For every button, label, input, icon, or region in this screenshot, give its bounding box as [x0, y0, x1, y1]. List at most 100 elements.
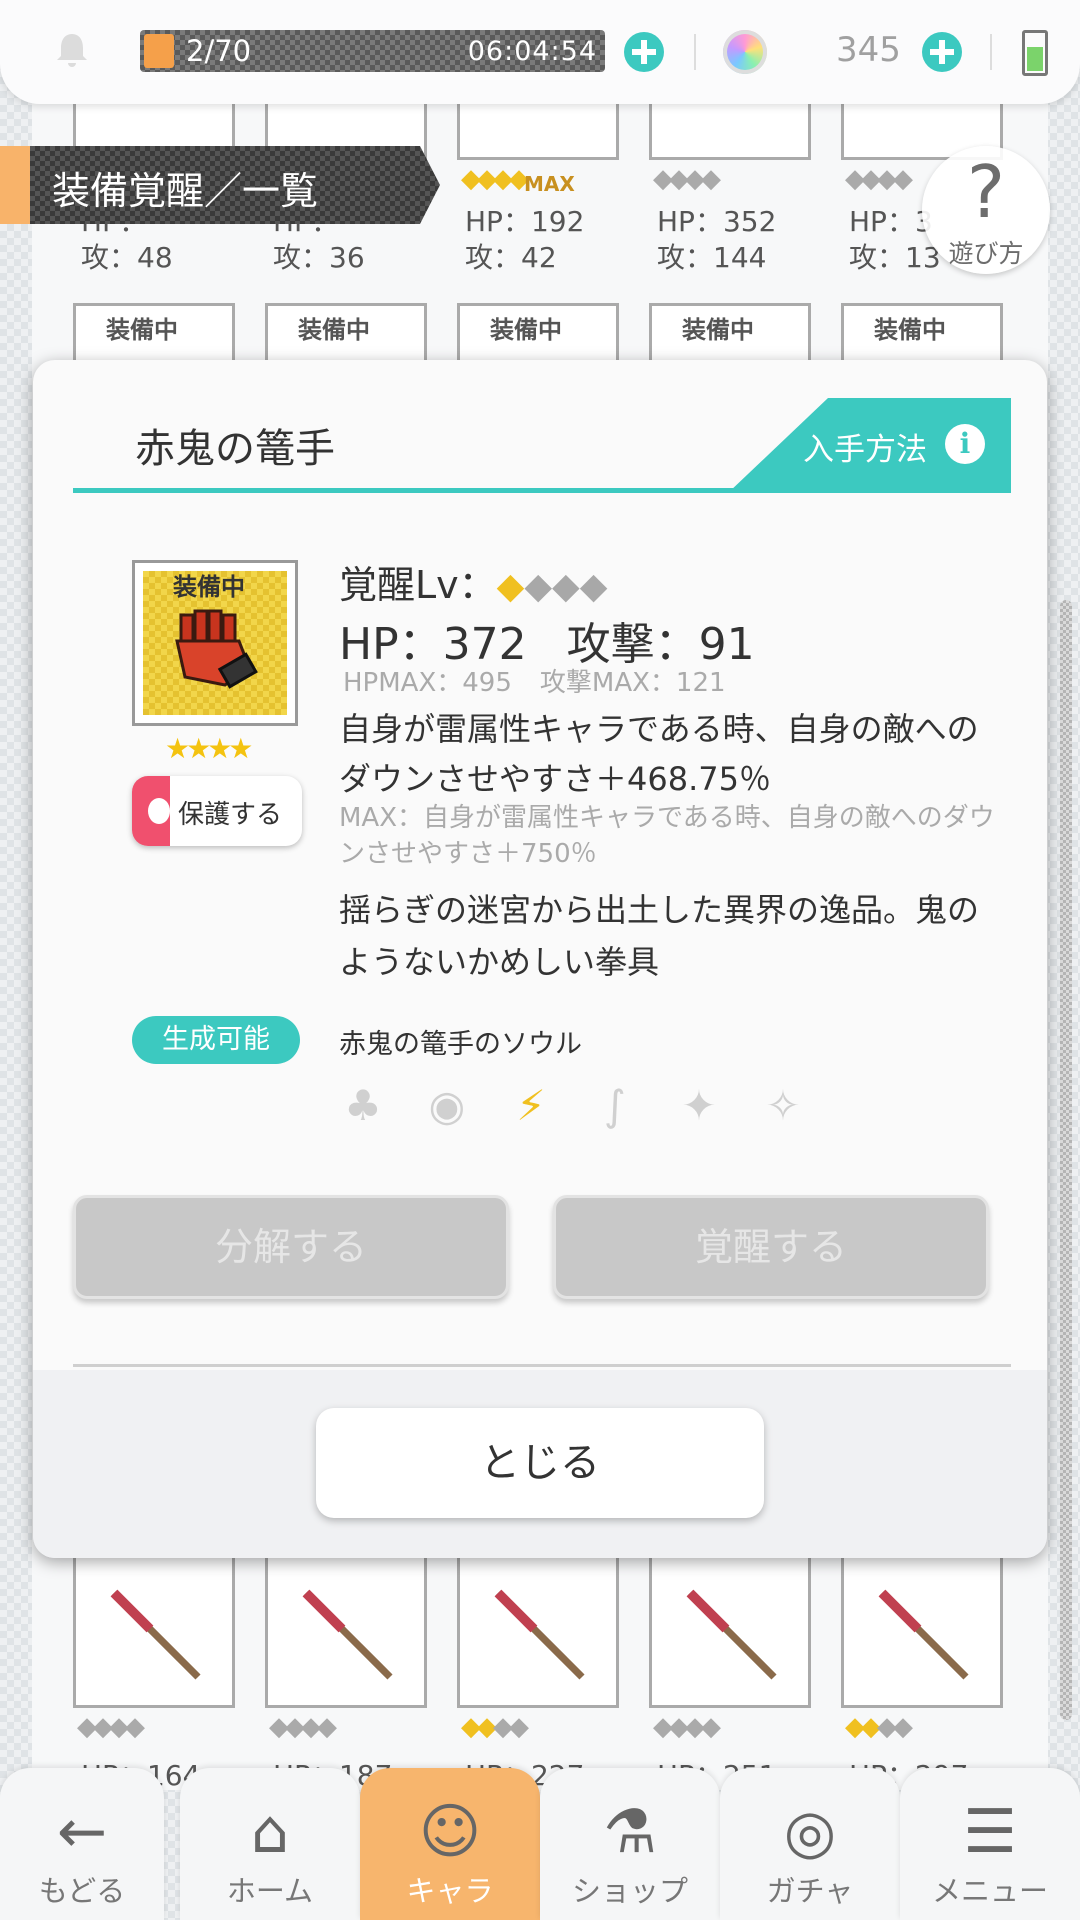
- item-attack: 攻：144: [657, 241, 767, 274]
- item-attack: 攻：48: [81, 241, 173, 274]
- item-card[interactable]: [73, 1552, 235, 1708]
- item-card[interactable]: 装備中: [649, 303, 811, 363]
- gauntlet-icon: [175, 609, 258, 689]
- nav-character[interactable]: ☺ キャラ: [360, 1768, 540, 1920]
- item-card[interactable]: [457, 1552, 619, 1708]
- item-attack: 攻：36: [273, 241, 365, 274]
- back-arrow-icon: ←: [56, 1797, 108, 1867]
- sword-icon: [110, 1589, 201, 1680]
- nav-menu[interactable]: ☰ メニュー: [900, 1768, 1080, 1920]
- scrollbar[interactable]: [1060, 600, 1072, 1720]
- item-card[interactable]: [841, 1552, 1003, 1708]
- nav-shop[interactable]: ⚗ ショップ: [540, 1768, 720, 1920]
- nav-home[interactable]: ⌂ ホーム: [180, 1768, 360, 1920]
- awaken-diamonds: ◆◆◆◆: [653, 164, 721, 194]
- separator: [694, 34, 696, 70]
- awaken-diamond-filled: ◆: [496, 566, 525, 607]
- stamina-count: 2/70: [186, 34, 252, 68]
- home-icon: ⌂: [250, 1797, 290, 1867]
- hp-max: HPMAX：495: [343, 668, 512, 698]
- skill-effect-max: MAX：自身が雷属性キャラである時、自身の敵へのダウンさせやすさ＋750％: [339, 803, 995, 869]
- awaken-diamond-empty: ◆: [579, 566, 608, 607]
- protect-label: 保護する: [178, 800, 283, 830]
- add-stamina-button[interactable]: [624, 32, 664, 72]
- help-button[interactable]: ? 遊び方: [922, 146, 1050, 274]
- item-card[interactable]: 装備中: [73, 303, 235, 363]
- acquire-method-label[interactable]: 入手方法: [803, 424, 927, 469]
- attack-max: 攻撃MAX：121: [539, 668, 726, 698]
- section-header: 装備覚醒／一覧: [0, 146, 440, 224]
- soul-name: 赤鬼の篭手のソウル: [339, 1029, 582, 1060]
- awaken-diamonds: ◆◆◆◆: [461, 164, 529, 194]
- stamina-timer: 06:04:54: [467, 36, 597, 67]
- item-name: 赤鬼の篭手: [135, 426, 335, 472]
- awaken-level-label: 覚醒Lv：: [339, 563, 497, 607]
- section-title: 装備覚醒／一覧: [52, 169, 319, 213]
- nav-label: ホーム: [226, 1874, 314, 1908]
- awaken-diamonds: ◆◆◆◆: [77, 1712, 145, 1742]
- status-bar: 2/70 06:04:54 345: [0, 0, 1080, 104]
- skill-effect: 自身が雷属性キャラである時、自身の敵へのダウンさせやすさ＋468.75％: [339, 710, 979, 798]
- item-card[interactable]: 装備中: [457, 303, 619, 363]
- add-gems-button[interactable]: [922, 32, 962, 72]
- leaf-element-icon: ♣: [344, 1081, 382, 1130]
- disassemble-button[interactable]: 分解する: [73, 1195, 509, 1299]
- equipped-tag: 装備中: [173, 573, 245, 601]
- item-detail-modal: 入手方法 i 赤鬼の篭手 装備中 ★★★★ 保護する 覚醒Lv：◆◆◆◆ HP：…: [33, 360, 1047, 1558]
- max-stats: HPMAX：495 攻撃MAX：121: [343, 662, 754, 699]
- awaken-diamonds: ◆◆◆◆: [269, 1712, 337, 1742]
- awaken-diamonds: ◆◆◆◆: [461, 1712, 529, 1742]
- bow-icon: [686, 1589, 777, 1680]
- question-icon: ?: [966, 150, 1006, 234]
- nav-label: ショップ: [571, 1874, 688, 1908]
- equipped-tag: 装備中: [682, 316, 754, 344]
- protect-toggle-button[interactable]: 保護する: [132, 776, 302, 846]
- bottom-navigation: ← もどる ⌂ ホーム ☺ キャラ ⚗ ショップ ◎ ガチャ ☰ メニュー: [0, 1768, 1080, 1920]
- equipped-tag: 装備中: [490, 316, 562, 344]
- item-card[interactable]: 装備中: [841, 303, 1003, 363]
- rarity-stars: ★★★★: [165, 732, 253, 765]
- item-hp: HP：352: [657, 205, 777, 238]
- item-card[interactable]: [265, 1552, 427, 1708]
- equipped-tag: 装備中: [298, 316, 370, 344]
- wind-element-icon: ∫: [604, 1081, 626, 1130]
- star-element-icon: ✦: [681, 1081, 717, 1130]
- item-description: 揺らぎの迷宮から出土した異界の逸品。鬼のようないかめしい拳具: [339, 891, 980, 981]
- circle-element-icon: ◉: [428, 1081, 466, 1130]
- gem-count: 345: [836, 30, 901, 70]
- scythe-icon: [494, 1589, 585, 1680]
- battery-icon: [1022, 30, 1048, 76]
- awaken-diamond-empty: ◆: [524, 566, 553, 607]
- awaken-diamonds: ◆◆◆◆: [845, 1712, 913, 1742]
- equipped-tag: 装備中: [106, 316, 178, 344]
- nav-label: メニュー: [931, 1874, 1048, 1908]
- awaken-diamonds: ◆◆◆◆: [845, 164, 913, 194]
- awaken-diamond-empty: ◆: [552, 566, 580, 607]
- shop-icon: ⚗: [603, 1797, 657, 1867]
- stamina-icon: [144, 34, 174, 68]
- info-icon[interactable]: i: [945, 424, 985, 464]
- nav-gacha[interactable]: ◎ ガチャ: [720, 1768, 900, 1920]
- help-label: 遊び方: [948, 239, 1024, 268]
- toggle-switch[interactable]: [132, 776, 170, 846]
- gacha-icon: ◎: [783, 1797, 837, 1867]
- close-button[interactable]: とじる: [316, 1408, 764, 1518]
- nav-back-arrow[interactable]: ← もどる: [0, 1768, 164, 1920]
- item-card[interactable]: [649, 1552, 811, 1708]
- character-icon: ☺: [418, 1797, 482, 1867]
- equipped-tag: 装備中: [874, 316, 946, 344]
- lightning-element-icon: ⚡: [516, 1081, 546, 1130]
- bell-icon[interactable]: [52, 30, 92, 70]
- awaken-button[interactable]: 覚醒する: [553, 1195, 989, 1299]
- awaken-level: 覚醒Lv：◆◆◆◆: [339, 554, 607, 609]
- menu-icon: ☰: [963, 1797, 1017, 1867]
- item-card[interactable]: 装備中: [265, 303, 427, 363]
- separator: [990, 34, 992, 70]
- awaken-diamonds: ◆◆◆◆: [497, 563, 608, 607]
- item-hp: HP：192: [465, 205, 585, 238]
- item-image-frame: 装備中: [132, 560, 298, 726]
- stamina-bar: 2/70 06:04:54: [140, 30, 605, 72]
- max-badge: MAX: [524, 172, 575, 196]
- divider: [73, 1364, 1011, 1367]
- awaken-diamonds: ◆◆◆◆: [653, 1712, 721, 1742]
